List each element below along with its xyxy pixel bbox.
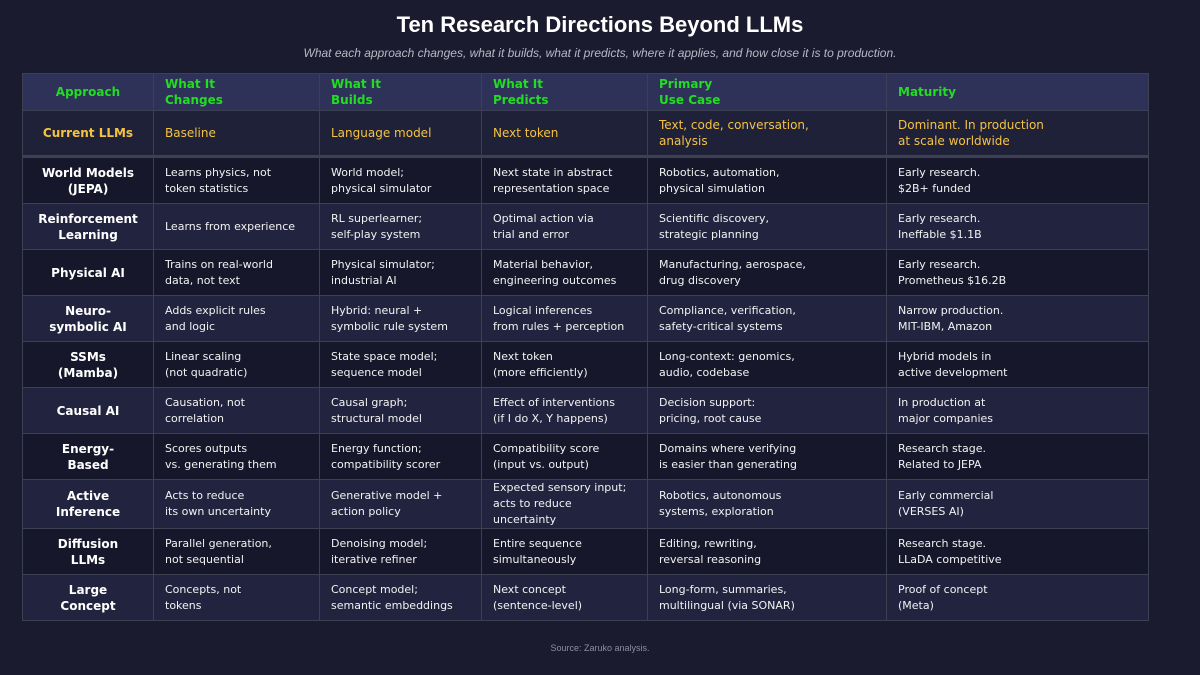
use-case-cell: Domains where verifying is easier than g… xyxy=(647,433,887,480)
approach-cell: Large Concept xyxy=(22,574,154,621)
column-header-changes: What It Changes xyxy=(153,73,320,111)
column-header-predicts: What It Predicts xyxy=(481,73,648,111)
changes-cell: Causation, not correlation xyxy=(153,387,320,434)
builds-cell: Energy function; compatibility scorer xyxy=(319,433,482,480)
use-case-cell: Robotics, automation, physical simulatio… xyxy=(647,156,887,204)
predicts-cell: Entire sequence simultaneously xyxy=(481,528,648,575)
use-case-cell: Scientific discovery, strategic planning xyxy=(647,203,887,250)
changes-cell: Adds explicit rules and logic xyxy=(153,295,320,342)
table-row: Energy- Based Scores outputs vs. generati… xyxy=(22,433,1149,480)
changes-cell: Acts to reduce its own uncertainty xyxy=(153,479,320,529)
page-title: Ten Research Directions Beyond LLMs xyxy=(396,12,804,37)
approach-cell: Active Inference xyxy=(22,479,154,529)
builds-cell: Generative model + action policy xyxy=(319,479,482,529)
baseline-row: Current LLMs Baseline Language model Nex… xyxy=(22,110,1149,157)
table-header: Approach What It Changes What It Builds … xyxy=(22,73,1149,111)
predicts-cell: Compatibility score (input vs. output) xyxy=(481,433,648,480)
predicts-cell: Next token (more efficiently) xyxy=(481,341,648,388)
use-case-cell: Long-context: genomics, audio, codebase xyxy=(647,341,887,388)
use-case-cell: Decision support: pricing, root cause xyxy=(647,387,887,434)
table-row: Physical AI Trains on real-world data, no… xyxy=(22,249,1149,296)
builds-cell: State space model; sequence model xyxy=(319,341,482,388)
column-header-use-case: Primary Use Case xyxy=(647,73,887,111)
predicts-cell: Material behavior, engineering outcomes xyxy=(481,249,648,296)
predicts-cell: Effect of interventions (if I do X, Y ha… xyxy=(481,387,648,434)
table-row: SSMs (Mamba) Linear scaling (not quadrati… xyxy=(22,341,1149,388)
use-case-cell: Editing, rewriting, reversal reasoning xyxy=(647,528,887,575)
builds-cell: Physical simulator; industrial AI xyxy=(319,249,482,296)
changes-cell: Concepts, not tokens xyxy=(153,574,320,621)
approach-cell: Reinforcement Learning xyxy=(22,203,154,250)
column-header-maturity: Maturity xyxy=(886,73,1149,111)
table-row: Causal AI Causation, not correlation Causa… xyxy=(22,387,1149,434)
table-row: Large Concept Concepts, not tokens Concept… xyxy=(22,574,1149,621)
changes-cell: Trains on real-world data, not text xyxy=(153,249,320,296)
maturity-cell: Research stage. LLaDA competitive xyxy=(886,528,1149,575)
builds-cell: World model; physical simulator xyxy=(319,156,482,204)
approach-cell: World Models (JEPA) xyxy=(22,156,154,204)
baseline-changes-cell: Baseline xyxy=(153,110,320,157)
approach-cell: Neuro- symbolic AI xyxy=(22,295,154,342)
column-header-approach: Approach xyxy=(22,73,154,111)
predicts-cell: Optimal action via trial and error xyxy=(481,203,648,250)
baseline-use-case-cell: Text, code, conversation, analysis xyxy=(647,110,887,157)
use-case-cell: Robotics, autonomous systems, exploratio… xyxy=(647,479,887,529)
builds-cell: Denoising model; iterative refiner xyxy=(319,528,482,575)
table-row: World Models (JEPA) Learns physics, not t… xyxy=(22,156,1149,204)
table-row: Diffusion LLMs Parallel generation, not s… xyxy=(22,528,1149,575)
predicts-cell: Expected sensory input; acts to reduce u… xyxy=(481,479,648,529)
approach-cell: Causal AI xyxy=(22,387,154,434)
table-row: Active Inference Acts to reduce its own u… xyxy=(22,479,1149,529)
baseline-maturity-cell: Dominant. In production at scale worldwi… xyxy=(886,110,1149,157)
builds-cell: Hybrid: neural + symbolic rule system xyxy=(319,295,482,342)
baseline-approach-cell: Current LLMs xyxy=(22,110,154,157)
table-body: Current LLMs Baseline Language model Nex… xyxy=(22,110,1149,621)
maturity-cell: Hybrid models in active development xyxy=(886,341,1149,388)
predicts-cell: Next state in abstract representation sp… xyxy=(481,156,648,204)
maturity-cell: Early research. Prometheus $16.2B xyxy=(886,249,1149,296)
use-case-cell: Compliance, verification, safety-critica… xyxy=(647,295,887,342)
table-row: Neuro- symbolic AI Adds explicit rules an… xyxy=(22,295,1149,342)
approach-cell: Physical AI xyxy=(22,249,154,296)
builds-cell: RL superlearner; self-play system xyxy=(319,203,482,250)
maturity-cell: Narrow production. MIT-IBM, Amazon xyxy=(886,295,1149,342)
builds-cell: Causal graph; structural model xyxy=(319,387,482,434)
maturity-cell: Research stage. Related to JEPA xyxy=(886,433,1149,480)
changes-cell: Learns physics, not token statistics xyxy=(153,156,320,204)
baseline-builds-cell: Language model xyxy=(319,110,482,157)
header-row: Approach What It Changes What It Builds … xyxy=(22,73,1149,111)
changes-cell: Learns from experience xyxy=(153,203,320,250)
maturity-cell: Early research. $2B+ funded xyxy=(886,156,1149,204)
approach-cell: SSMs (Mamba) xyxy=(22,341,154,388)
predicts-cell: Next concept (sentence-level) xyxy=(481,574,648,621)
column-header-builds: What It Builds xyxy=(319,73,482,111)
maturity-cell: In production at major companies xyxy=(886,387,1149,434)
table-row: Reinforcement Learning Learns from experi… xyxy=(22,203,1149,250)
maturity-cell: Early research. Ineffable $1.1B xyxy=(886,203,1149,250)
comparison-table: Approach What It Changes What It Builds … xyxy=(22,73,1149,621)
page-subtitle: What each approach changes, what it buil… xyxy=(303,46,897,60)
approach-cell: Diffusion LLMs xyxy=(22,528,154,575)
changes-cell: Scores outputs vs. generating them xyxy=(153,433,320,480)
maturity-cell: Early commercial (VERSES AI) xyxy=(886,479,1149,529)
use-case-cell: Manufacturing, aerospace, drug discovery xyxy=(647,249,887,296)
baseline-predicts-cell: Next token xyxy=(481,110,648,157)
source-note: Source: Zaruko analysis. xyxy=(550,643,650,653)
predicts-cell: Logical inferences from rules + percepti… xyxy=(481,295,648,342)
maturity-cell: Proof of concept (Meta) xyxy=(886,574,1149,621)
use-case-cell: Long-form, summaries, multilingual (via … xyxy=(647,574,887,621)
builds-cell: Concept model; semantic embeddings xyxy=(319,574,482,621)
changes-cell: Linear scaling (not quadratic) xyxy=(153,341,320,388)
changes-cell: Parallel generation, not sequential xyxy=(153,528,320,575)
approach-cell: Energy- Based xyxy=(22,433,154,480)
